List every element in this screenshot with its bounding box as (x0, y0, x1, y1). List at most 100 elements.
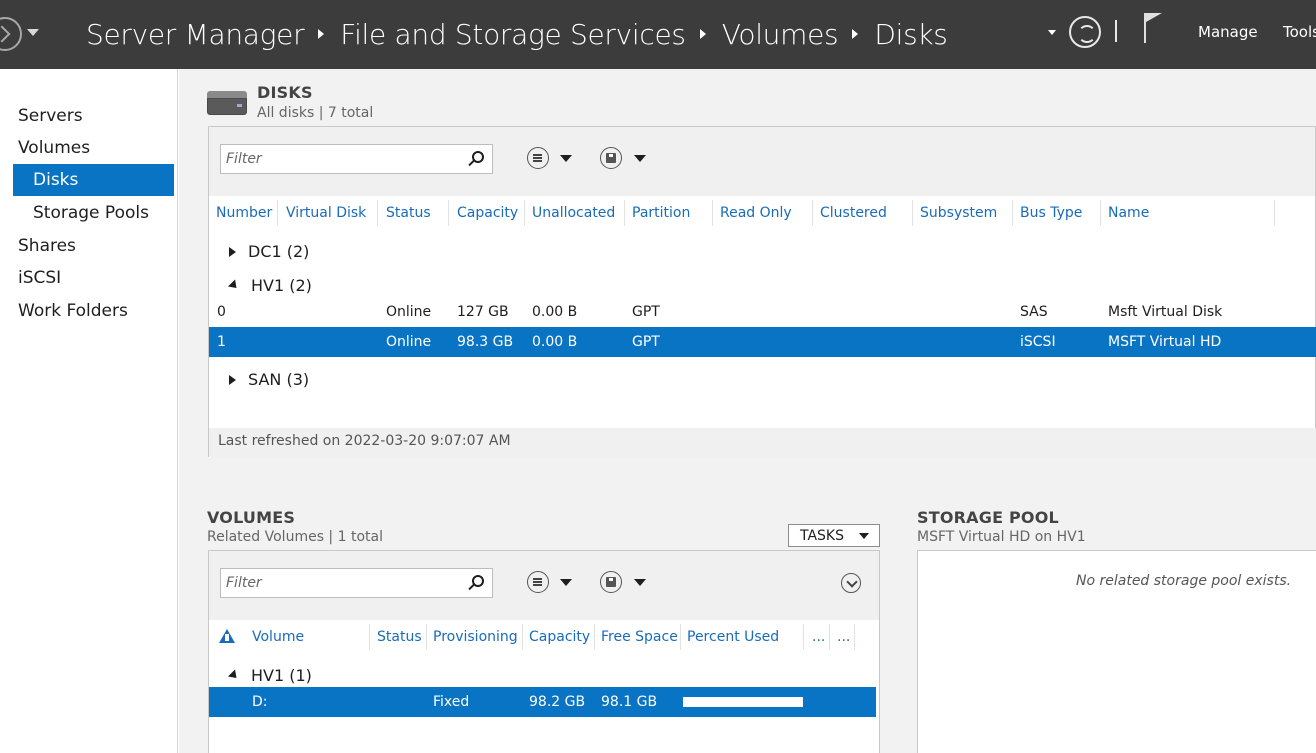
breadcrumb-server-manager[interactable]: Server Manager (86, 18, 305, 51)
percent-used-bar (683, 697, 803, 707)
cell-number: 1 (217, 334, 226, 350)
cell-free-space: 98.1 GB (601, 694, 658, 710)
toolbar-divider (1115, 20, 1117, 42)
volumes-filter-field[interactable] (220, 568, 493, 598)
group-label: HV1 (1) (251, 666, 312, 685)
group-san[interactable]: SAN (3) (229, 370, 309, 389)
column-header-percent-used[interactable]: Percent Used (687, 624, 779, 650)
list-options-icon[interactable] (527, 147, 549, 169)
column-header-more-1[interactable]: ... (812, 624, 825, 650)
column-header-unallocated[interactable]: Unallocated (532, 200, 615, 226)
cell-capacity: 127 GB (457, 304, 509, 320)
refresh-icon[interactable] (1069, 16, 1101, 48)
cell-number: 0 (217, 304, 226, 320)
expand-arrow-icon[interactable] (229, 246, 236, 257)
sidebar: Servers Volumes Disks Storage Pools Shar… (0, 69, 178, 753)
sidebar-item-disks[interactable]: Disks (13, 164, 174, 196)
cell-name: Msft Virtual Disk (1108, 304, 1223, 320)
group-label: SAN (3) (248, 370, 310, 389)
breadcrumb-volumes[interactable]: Volumes (722, 18, 839, 51)
back-arrow-icon[interactable] (0, 17, 22, 51)
breadcrumb-dropdown-icon[interactable] (1048, 30, 1056, 35)
storage-pool-title: STORAGE POOL (917, 508, 1059, 527)
list-options-dropdown-icon[interactable] (560, 155, 572, 162)
cell-status: Online (386, 304, 432, 320)
save-query-dropdown-icon[interactable] (634, 155, 646, 162)
disks-filter-field[interactable] (220, 144, 493, 174)
sidebar-item-shares[interactable]: Shares (18, 230, 76, 262)
sidebar-item-servers[interactable]: Servers (18, 100, 83, 132)
column-header-more-2[interactable]: ... (837, 624, 850, 650)
collapse-arrow-icon[interactable] (227, 669, 241, 682)
manage-menu[interactable]: Manage (1198, 23, 1258, 41)
group-hv1[interactable]: HV1 (2) (227, 276, 312, 295)
chevron-down-icon (859, 533, 869, 539)
column-header-clustered[interactable]: Clustered (820, 200, 887, 226)
expand-arrow-icon[interactable] (229, 374, 236, 385)
column-header-status[interactable]: Status (386, 200, 431, 226)
breadcrumb-separator-icon (852, 29, 859, 39)
column-header-free-space[interactable]: Free Space (601, 624, 678, 650)
group-label: HV1 (2) (251, 276, 312, 295)
disks-status-bar: Last refreshed on 2022-03-20 9:07:07 AM (209, 428, 1316, 457)
disks-filter-input[interactable] (221, 145, 492, 173)
column-header-virtual-disk[interactable]: Virtual Disk (286, 200, 366, 226)
sidebar-item-iscsi[interactable]: iSCSI (18, 262, 61, 294)
disks-title: DISKS (257, 83, 313, 102)
save-query-icon[interactable] (600, 147, 622, 169)
table-row-selected[interactable]: D: Fixed 98.2 GB 98.1 GB (209, 687, 876, 717)
column-header-subsystem[interactable]: Subsystem (920, 200, 997, 226)
last-refreshed-text: Last refreshed on 2022-03-20 9:07:07 AM (218, 433, 511, 449)
breadcrumb-file-storage-services[interactable]: File and Storage Services (340, 18, 686, 51)
nav-history-dropdown-icon[interactable] (27, 29, 39, 36)
list-options-icon[interactable] (527, 571, 549, 593)
main-content: DISKS All disks | 7 total Number Virtual… (179, 69, 1316, 753)
volumes-filter-input[interactable] (221, 569, 492, 597)
expand-section-icon[interactable] (841, 573, 861, 593)
column-header-status[interactable]: Status (377, 624, 422, 650)
table-row-selected[interactable]: 1 Online 98.3 GB 0.00 B GPT iSCSI MSFT V… (209, 327, 1316, 357)
group-hv1[interactable]: HV1 (1) (227, 666, 312, 685)
cell-name: MSFT Virtual HD (1108, 334, 1222, 350)
title-bar: Server Manager File and Storage Services… (0, 0, 1316, 69)
group-dc1[interactable]: DC1 (2) (229, 242, 309, 261)
column-header-volume[interactable]: Volume (252, 624, 304, 650)
breadcrumb: Server Manager File and Storage Services… (86, 14, 948, 54)
volumes-subtitle: Related Volumes | 1 total (207, 529, 383, 545)
save-query-dropdown-icon[interactable] (634, 579, 646, 586)
storage-pool-panel: No related storage pool exists. (917, 550, 1316, 753)
cell-partition: GPT (632, 334, 660, 350)
tasks-button[interactable]: TASKS (788, 524, 880, 547)
warning-sort-icon[interactable] (219, 627, 235, 643)
column-header-capacity[interactable]: Capacity (457, 200, 518, 226)
notifications-flag-icon[interactable] (1144, 13, 1162, 43)
search-icon[interactable] (472, 575, 484, 587)
column-header-capacity[interactable]: Capacity (529, 624, 590, 650)
sidebar-item-volumes[interactable]: Volumes (18, 132, 90, 164)
cell-provisioning: Fixed (433, 694, 470, 710)
cell-volume: D: (252, 694, 268, 710)
disks-panel: Number Virtual Disk Status Capacity Unal… (208, 126, 1316, 457)
breadcrumb-separator-icon (699, 29, 706, 39)
column-header-number[interactable]: Number (216, 200, 272, 226)
volumes-title: VOLUMES (207, 508, 296, 527)
cell-capacity: 98.2 GB (529, 694, 586, 710)
cell-bus-type: iSCSI (1020, 334, 1056, 350)
collapse-arrow-icon[interactable] (227, 279, 241, 292)
column-header-provisioning[interactable]: Provisioning (433, 624, 518, 650)
cell-unallocated: 0.00 B (532, 304, 578, 320)
tools-menu[interactable]: Tools (1283, 23, 1316, 41)
breadcrumb-disks[interactable]: Disks (874, 18, 948, 51)
search-icon[interactable] (472, 151, 484, 163)
group-label: DC1 (2) (248, 242, 310, 261)
sidebar-item-storage-pools[interactable]: Storage Pools (33, 197, 149, 229)
list-options-dropdown-icon[interactable] (560, 579, 572, 586)
sidebar-item-work-folders[interactable]: Work Folders (18, 295, 128, 327)
save-query-icon[interactable] (600, 571, 622, 593)
column-header-name[interactable]: Name (1108, 200, 1149, 226)
column-header-bus-type[interactable]: Bus Type (1020, 200, 1082, 226)
table-row[interactable]: 0 Online 127 GB 0.00 B GPT SAS Msft Virt… (209, 297, 1316, 327)
cell-unallocated: 0.00 B (532, 334, 578, 350)
column-header-read-only[interactable]: Read Only (720, 200, 792, 226)
column-header-partition[interactable]: Partition (632, 200, 690, 226)
